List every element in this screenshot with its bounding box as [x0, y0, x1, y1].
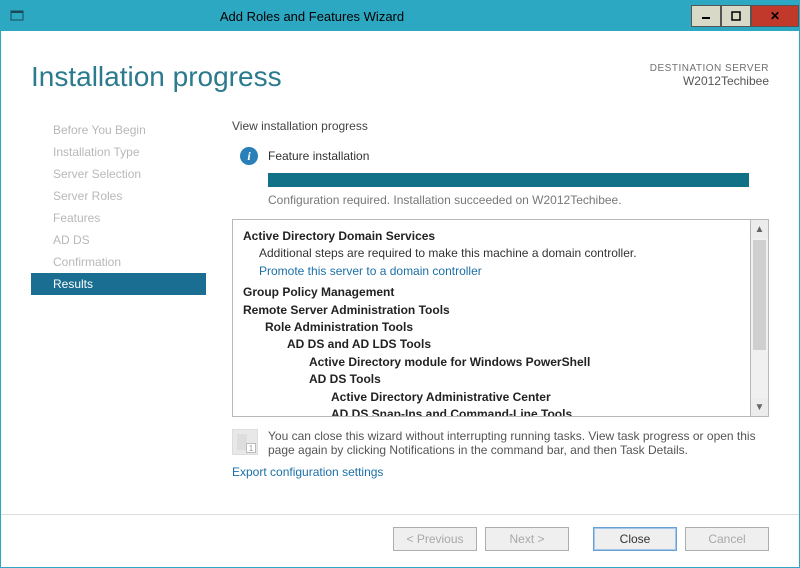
export-config-link[interactable]: Export configuration settings [232, 465, 769, 479]
scroll-up-icon[interactable]: ▲ [751, 220, 768, 238]
main-pane: View installation progress i Feature ins… [206, 119, 769, 514]
destination-label: DESTINATION SERVER [650, 63, 769, 74]
step-confirmation: Confirmation [31, 251, 206, 273]
scroll-down-icon[interactable]: ▼ [751, 398, 768, 416]
destination-server: DESTINATION SERVER W2012Techibee [650, 63, 769, 88]
hint-row: 1 You can close this wizard without inte… [232, 417, 769, 463]
progress-bar [268, 173, 749, 187]
scrollbar[interactable]: ▲ ▼ [751, 219, 769, 417]
tree-gpm: Group Policy Management [243, 284, 740, 301]
window-title: Add Roles and Features Wizard [33, 9, 591, 24]
view-label: View installation progress [232, 119, 769, 133]
results-tree: Active Directory Domain Services Additio… [232, 219, 751, 417]
minimize-button[interactable] [691, 5, 721, 27]
window-controls: ✕ [691, 5, 799, 27]
step-installation-type: Installation Type [31, 141, 206, 163]
tree-rat: Role Administration Tools [243, 319, 740, 336]
wizard-window: Add Roles and Features Wizard ✕ Installa… [0, 0, 800, 568]
tree-ad-snap: AD DS Snap-Ins and Command-Line Tools [243, 406, 740, 417]
step-before-you-begin: Before You Begin [31, 119, 206, 141]
tree-ad-lds: AD DS and AD LDS Tools [243, 336, 740, 353]
step-results: Results [31, 273, 206, 295]
step-features: Features [31, 207, 206, 229]
tree-rsat: Remote Server Administration Tools [243, 302, 740, 319]
hint-text: You can close this wizard without interr… [268, 429, 769, 457]
flag-icon: 1 [232, 429, 258, 455]
step-ad-ds: AD DS [31, 229, 206, 251]
status-detail: Configuration required. Installation suc… [232, 193, 769, 207]
maximize-button[interactable] [721, 5, 751, 27]
tree-adds: Active Directory Domain Services [243, 228, 740, 245]
step-server-roles: Server Roles [31, 185, 206, 207]
content-area: Installation progress DESTINATION SERVER… [1, 31, 799, 514]
next-button: Next > [485, 527, 569, 551]
tree-ad-ac: Active Directory Administrative Center [243, 389, 740, 406]
promote-dc-link[interactable]: Promote this server to a domain controll… [243, 263, 740, 280]
close-window-button[interactable]: ✕ [751, 5, 799, 27]
destination-name: W2012Techibee [650, 74, 769, 88]
previous-button: < Previous [393, 527, 477, 551]
tree-adds-sub: Additional steps are required to make th… [243, 245, 740, 262]
info-icon: i [240, 147, 258, 165]
page-title: Installation progress [31, 61, 650, 93]
status-title: Feature installation [268, 149, 369, 163]
scroll-thumb[interactable] [753, 240, 766, 350]
step-server-selection: Server Selection [31, 163, 206, 185]
close-button[interactable]: Close [593, 527, 677, 551]
tree-ad-ps: Active Directory module for Windows Powe… [243, 354, 740, 371]
tree-ad-tools: AD DS Tools [243, 371, 740, 388]
app-icon [9, 8, 25, 24]
scroll-track[interactable] [751, 238, 768, 398]
footer-buttons: < Previous Next > Close Cancel [1, 514, 799, 567]
cancel-button: Cancel [685, 527, 769, 551]
wizard-steps-sidebar: Before You Begin Installation Type Serve… [31, 119, 206, 514]
titlebar: Add Roles and Features Wizard ✕ [1, 1, 799, 31]
